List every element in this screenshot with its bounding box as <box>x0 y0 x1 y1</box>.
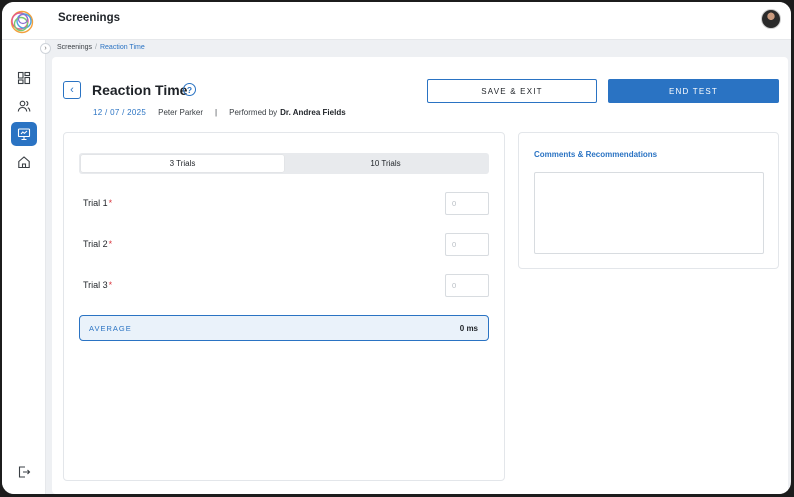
main-content: ‹ Reaction Time ? 12 / 07 / 2025 Peter P… <box>52 57 788 494</box>
logout-icon <box>18 466 31 478</box>
sidebar-item-dashboard[interactable] <box>11 66 37 90</box>
trial-2-input[interactable] <box>445 233 489 256</box>
tab-10-trials[interactable]: 10 Trials <box>284 155 487 172</box>
app-logo-icon[interactable] <box>9 9 35 35</box>
breadcrumb-root[interactable]: Screenings <box>57 44 92 51</box>
save-exit-button[interactable]: SAVE & EXIT <box>427 79 597 103</box>
comments-card: Comments & Recommendations <box>518 132 779 269</box>
test-date: 12 / 07 / 2025 <box>93 108 147 117</box>
breadcrumb-separator: / <box>95 44 97 51</box>
screenings-icon <box>17 128 31 141</box>
comments-title: Comments & Recommendations <box>534 150 658 159</box>
trial-label-text: Trial 1 <box>83 198 108 208</box>
tab-3-trials[interactable]: 3 Trials <box>81 155 284 172</box>
sidebar <box>2 40 46 494</box>
trial-label: Trial 2* <box>83 239 112 249</box>
trial-row: Trial 3* <box>83 274 489 298</box>
chevron-left-icon: ‹ <box>70 83 74 96</box>
average-value: 0 ms <box>459 324 478 333</box>
trial-3-input[interactable] <box>445 274 489 297</box>
sidebar-collapse-button[interactable]: › <box>40 43 51 54</box>
trial-label-text: Trial 3 <box>83 280 108 290</box>
sidebar-item-screenings[interactable] <box>11 122 37 146</box>
required-marker: * <box>108 239 113 249</box>
required-marker: * <box>108 280 113 290</box>
logout-button[interactable] <box>11 460 37 484</box>
trials-toggle: 3 Trials 10 Trials <box>79 153 489 174</box>
trial-row: Trial 2* <box>83 233 489 257</box>
trial-row: Trial 1* <box>83 192 489 216</box>
comments-textarea[interactable] <box>534 172 764 254</box>
trial-label-text: Trial 2 <box>83 239 108 249</box>
back-button[interactable]: ‹ <box>63 81 81 99</box>
dashboard-icon <box>17 71 31 85</box>
home-icon <box>18 156 30 169</box>
page-heading: Screenings <box>58 12 120 24</box>
test-meta: 12 / 07 / 2025 Peter Parker | Performed … <box>93 108 346 117</box>
sidebar-item-home[interactable] <box>11 150 37 174</box>
meta-divider: | <box>215 108 218 117</box>
chevron-right-icon: › <box>44 45 47 52</box>
sidebar-item-users[interactable] <box>11 94 37 118</box>
breadcrumb-current: Reaction Time <box>99 44 145 51</box>
test-title: Reaction Time <box>92 82 188 98</box>
trial-label: Trial 3* <box>83 280 112 290</box>
top-bar: Screenings <box>2 2 791 40</box>
patient-name: Peter Parker <box>158 108 204 117</box>
help-glyph: ? <box>186 84 193 95</box>
trial-1-input[interactable] <box>445 192 489 215</box>
performed-by-label: Performed by <box>229 108 278 117</box>
app-window: Screenings › Screenings / Reaction Time … <box>2 2 791 494</box>
trials-card: 3 Trials 10 Trials Trial 1* Trial 2* Tri… <box>63 132 505 481</box>
user-avatar[interactable] <box>761 9 781 29</box>
help-circle-icon[interactable]: ? <box>183 83 196 96</box>
average-summary: AVERAGE 0 ms <box>79 315 489 341</box>
required-marker: * <box>108 198 113 208</box>
trial-label: Trial 1* <box>83 198 112 208</box>
breadcrumb: Screenings / Reaction Time <box>57 44 145 51</box>
average-label: AVERAGE <box>89 324 132 333</box>
end-test-button[interactable]: END TEST <box>608 79 779 103</box>
performer-name: Dr. Andrea Fields <box>280 108 346 117</box>
users-icon <box>17 100 31 112</box>
